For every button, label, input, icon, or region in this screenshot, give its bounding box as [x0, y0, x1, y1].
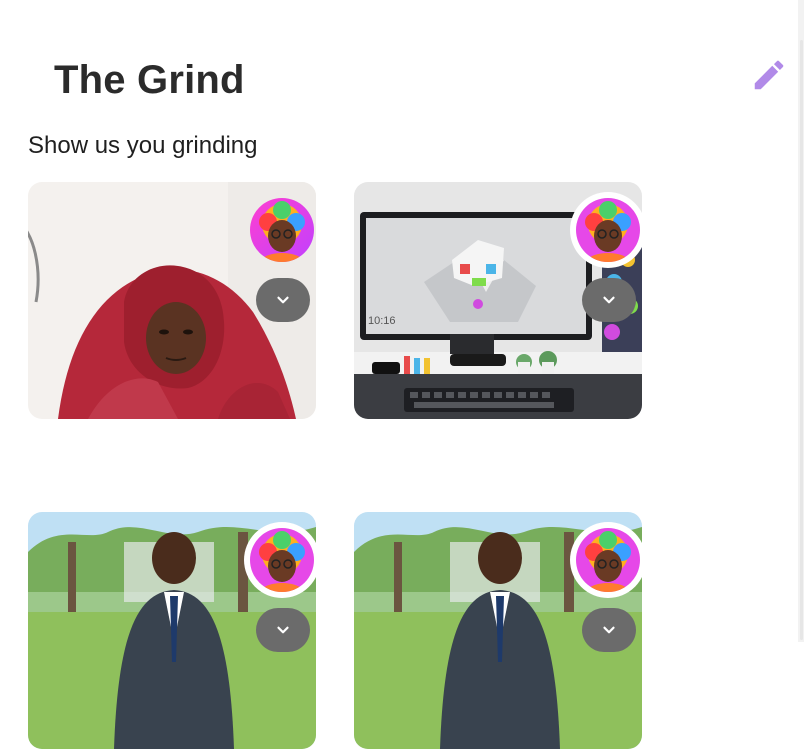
author-avatar-ring[interactable] [570, 522, 642, 598]
rainbow-avatar-icon [250, 528, 314, 592]
card-menu-button[interactable] [582, 608, 636, 652]
post-card[interactable] [28, 182, 316, 419]
scrollbar-thumb[interactable] [800, 40, 803, 640]
pencil-icon [754, 60, 784, 90]
screen-clock: 10:16 [368, 315, 396, 327]
post-card[interactable] [354, 512, 642, 749]
page-title: The Grind [54, 58, 245, 102]
author-avatar-ring[interactable] [244, 192, 316, 268]
author-avatar[interactable] [576, 528, 640, 592]
scrollbar-track[interactable] [798, 0, 804, 642]
post-card[interactable]: 10:16 [354, 182, 642, 419]
card-menu-button[interactable] [256, 608, 310, 652]
chevron-down-icon [603, 626, 615, 634]
card-menu-button[interactable] [582, 278, 636, 322]
author-avatar-ring[interactable] [244, 522, 316, 598]
author-avatar-ring[interactable] [570, 192, 642, 268]
rainbow-avatar-icon [576, 198, 640, 262]
post-card[interactable] [28, 512, 316, 749]
rainbow-avatar-icon [576, 528, 640, 592]
author-avatar[interactable] [250, 198, 314, 262]
rainbow-avatar-icon [250, 198, 314, 262]
edit-button[interactable] [748, 54, 790, 96]
chevron-down-icon [603, 296, 615, 304]
author-avatar[interactable] [576, 198, 640, 262]
author-avatar[interactable] [250, 528, 314, 592]
chevron-down-icon [277, 296, 289, 304]
chevron-down-icon [277, 626, 289, 634]
card-menu-button[interactable] [256, 278, 310, 322]
page-subtitle: Show us you grinding [28, 132, 258, 159]
